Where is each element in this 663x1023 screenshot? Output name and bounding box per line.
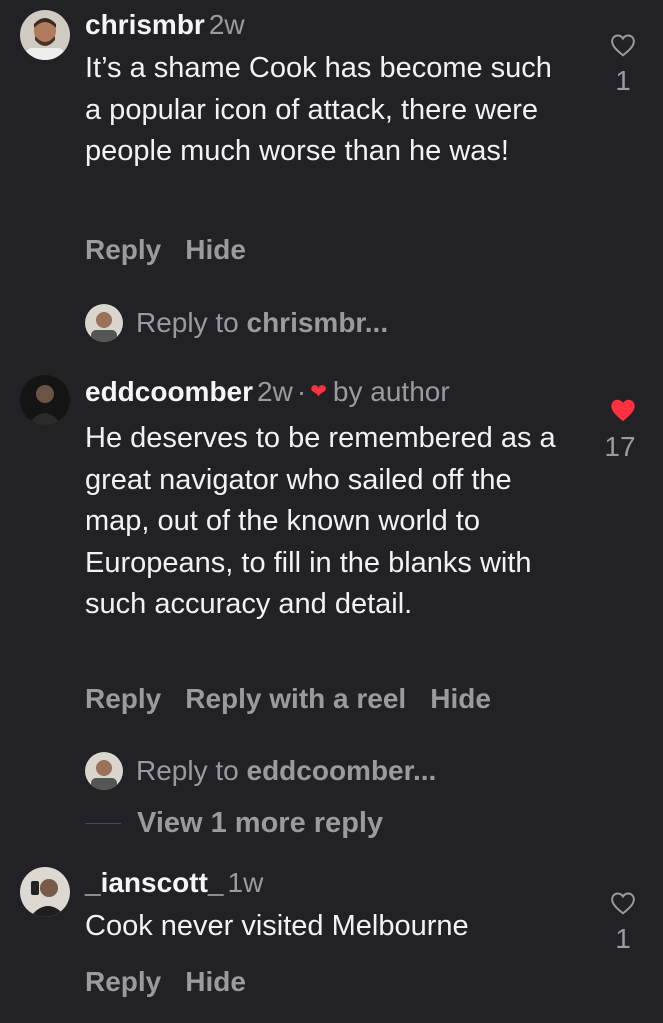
heart-outline-icon[interactable] xyxy=(610,891,636,915)
current-user-avatar xyxy=(85,304,123,342)
reply-prefix: Reply to xyxy=(136,307,239,338)
like-count: 1 xyxy=(615,65,631,96)
reply-button[interactable]: Reply xyxy=(85,683,161,714)
reply-to-eddcoomber[interactable]: Reply to eddcoomber... xyxy=(85,751,436,791)
comment-text: Cook never visited Melbourne xyxy=(85,910,469,942)
heart-outline-icon[interactable] xyxy=(610,33,636,57)
reply-prefix: Reply to xyxy=(136,755,239,786)
comments-thread: chrismbr 2w It’s a shame Cook has become … xyxy=(0,0,663,1023)
hide-button[interactable]: Hide xyxy=(185,966,246,997)
heart-filled-icon[interactable] xyxy=(609,397,637,423)
separator: · xyxy=(296,376,307,407)
like-count: 17 xyxy=(604,431,636,462)
hide-button[interactable]: Hide xyxy=(185,234,246,265)
username[interactable]: _ianscott_ xyxy=(85,867,224,898)
reply-with-reel-button[interactable]: Reply with a reel xyxy=(185,683,406,714)
view-more-label: View 1 more reply xyxy=(137,806,384,839)
comment-actions: Reply Hide xyxy=(85,234,270,266)
avatar-chrismbr[interactable] xyxy=(20,10,70,60)
like-control[interactable]: 1 xyxy=(603,891,643,955)
view-more-replies[interactable]: View 1 more reply xyxy=(85,803,383,843)
like-control[interactable]: 17 xyxy=(603,397,643,463)
by-author-label: by author xyxy=(332,376,450,407)
username[interactable]: eddcoomber xyxy=(85,376,253,407)
username[interactable]: chrismbr xyxy=(85,9,205,40)
reply-target: eddcoomber... xyxy=(246,755,437,786)
small-heart-icon: ❤ xyxy=(310,381,327,403)
comment-text: He deserves to be remembered as a great … xyxy=(85,422,556,620)
reply-target: chrismbr... xyxy=(246,307,389,338)
like-count: 1 xyxy=(615,923,631,954)
hide-button[interactable]: Hide xyxy=(430,683,491,714)
timestamp: 2w xyxy=(257,376,293,407)
timestamp: 2w xyxy=(208,9,245,40)
avatar-ianscott[interactable] xyxy=(20,867,70,917)
reply-to-chrismbr[interactable]: Reply to chrismbr... xyxy=(85,303,388,343)
reply-button[interactable]: Reply xyxy=(85,966,161,997)
comment-actions: Reply Reply with a reel Hide xyxy=(85,683,515,715)
current-user-avatar xyxy=(85,752,123,790)
divider-line xyxy=(85,822,121,824)
avatar-eddcoomber[interactable] xyxy=(20,375,70,425)
timestamp: 1w xyxy=(227,867,264,898)
comment-actions: Reply Hide xyxy=(85,966,270,998)
comment-text: It’s a shame Cook has become such a popu… xyxy=(85,52,552,167)
like-control[interactable]: 1 xyxy=(603,33,643,97)
reply-button[interactable]: Reply xyxy=(85,234,161,265)
